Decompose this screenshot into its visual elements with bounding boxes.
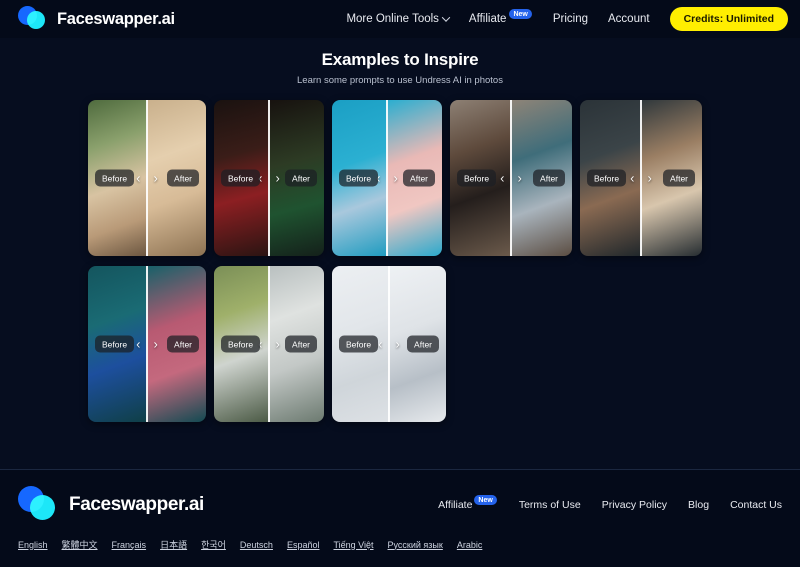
after-label: After [533, 169, 565, 187]
nav-pricing-label: Pricing [552, 13, 588, 25]
page-subtitle: Learn some prompts to use Undress AI in … [297, 75, 503, 86]
after-label: After [663, 169, 695, 187]
footer-link-label: Terms of Use [518, 499, 581, 511]
after-label: After [407, 335, 439, 353]
language-link-7[interactable]: Tiếng Việt [333, 540, 373, 550]
language-link-8[interactable]: Русский язык [388, 540, 443, 550]
footer-top: Faceswapper.ai Affiliate New Terms of Use P… [18, 486, 782, 524]
example-teal-backdrop[interactable]: ‹ › Before After [88, 266, 206, 422]
example-street-dress[interactable]: ‹ › Before After [88, 100, 206, 256]
faceswapper-logo-icon [18, 486, 58, 524]
site-header: Faceswapper.ai More Online Tools Affilia… [0, 0, 800, 38]
after-label: After [167, 169, 199, 187]
footer-link-privacy-policy[interactable]: Privacy Policy [602, 499, 667, 511]
compare-split-line [386, 100, 388, 256]
footer-link-terms-of-use[interactable]: Terms of Use [519, 499, 581, 511]
language-link-5[interactable]: Deutsch [240, 540, 273, 550]
footer-link-affiliate[interactable]: Affiliate New [438, 495, 498, 511]
language-link-9[interactable]: Arabic [457, 540, 483, 550]
compare-split-line [268, 266, 270, 422]
nav-more-online-tools[interactable]: More Online Tools [346, 13, 451, 25]
examples-grid: ‹ › Before After ‹ › Before After ‹ › Before After ‹… [0, 100, 800, 422]
language-link-3[interactable]: 日本語 [160, 538, 187, 551]
language-link-6[interactable]: Español [287, 540, 320, 550]
example-blue-door[interactable]: ‹ › Before After [332, 100, 442, 256]
language-link-0[interactable]: English [18, 540, 48, 550]
before-label: Before [339, 169, 379, 187]
after-label: After [403, 169, 435, 187]
chevron-down-icon [441, 13, 451, 22]
examples-row-2: ‹ › Before After ‹ › Before After ‹ › Before After [88, 266, 712, 422]
header-nav: More Online Tools Affiliate New Pricing … [346, 7, 788, 31]
after-label: After [285, 169, 317, 187]
brand-name: Faceswapper.ai [57, 9, 175, 28]
footer-link-label: Blog [688, 499, 710, 511]
compare-split-line [146, 266, 148, 422]
before-label: Before [587, 169, 627, 187]
language-selector: English 繁體中文 Français 日本語 한국어 Deutsch Español T… [18, 538, 782, 551]
example-car-crop[interactable]: ‹ › Before After [450, 100, 572, 256]
nav-pricing[interactable]: Pricing [553, 13, 588, 25]
nav-affiliate[interactable]: Affiliate New [468, 9, 533, 25]
before-label: Before [339, 335, 379, 353]
example-red-beret[interactable]: ‹ › Before After [214, 100, 324, 256]
before-label: Before [95, 169, 135, 187]
before-label: Before [95, 335, 135, 353]
examples-row-1: ‹ › Before After ‹ › Before After ‹ › Before After ‹… [88, 100, 712, 256]
compare-split-line [146, 100, 148, 256]
footer-link-label: Privacy Policy [601, 499, 668, 511]
nav-account-label: Account [608, 13, 650, 25]
footer-link-blog[interactable]: Blog [688, 499, 709, 511]
footer-nav: Affiliate New Terms of Use Privacy Policy Bl… [438, 495, 782, 511]
faceswapper-logo-icon [18, 5, 48, 33]
before-label: Before [221, 335, 261, 353]
site-footer: Faceswapper.ai Affiliate New Terms of Use P… [0, 469, 800, 567]
nav-account[interactable]: Account [608, 13, 650, 25]
footer-link-label: Contact Us [730, 499, 782, 511]
example-window-light[interactable]: ‹ › Before After [214, 266, 324, 422]
compare-split-line [268, 100, 270, 256]
footer-link-label: Affiliate [438, 499, 473, 511]
before-label: Before [221, 169, 261, 187]
main-content: Examples to Inspire Learn some prompts t… [0, 38, 800, 422]
footer-logo[interactable]: Faceswapper.ai [18, 486, 204, 524]
compare-split-line [388, 266, 390, 422]
nav-affiliate-label: Affiliate [468, 13, 507, 25]
footer-link-contact-us[interactable]: Contact Us [730, 499, 782, 511]
compare-split-line [640, 100, 642, 256]
language-link-1[interactable]: 繁體中文 [62, 538, 98, 551]
example-white-studio[interactable]: ‹ › Before After [332, 266, 446, 422]
compare-split-line [510, 100, 512, 256]
before-label: Before [457, 169, 497, 187]
language-link-2[interactable]: Français [112, 540, 147, 550]
after-label: After [167, 335, 199, 353]
language-link-4[interactable]: 한국어 [201, 538, 226, 551]
header-logo[interactable]: Faceswapper.ai [18, 5, 175, 33]
credits-button[interactable]: Credits: Unlimited [669, 7, 788, 31]
example-studio-dark[interactable]: ‹ › Before After [580, 100, 702, 256]
footer-brand-name: Faceswapper.ai [69, 494, 204, 515]
nav-more-online-tools-label: More Online Tools [346, 13, 439, 25]
after-label: After [285, 335, 317, 353]
new-badge: New [474, 495, 497, 505]
new-badge: New [509, 9, 532, 19]
page-title: Examples to Inspire [321, 50, 479, 69]
